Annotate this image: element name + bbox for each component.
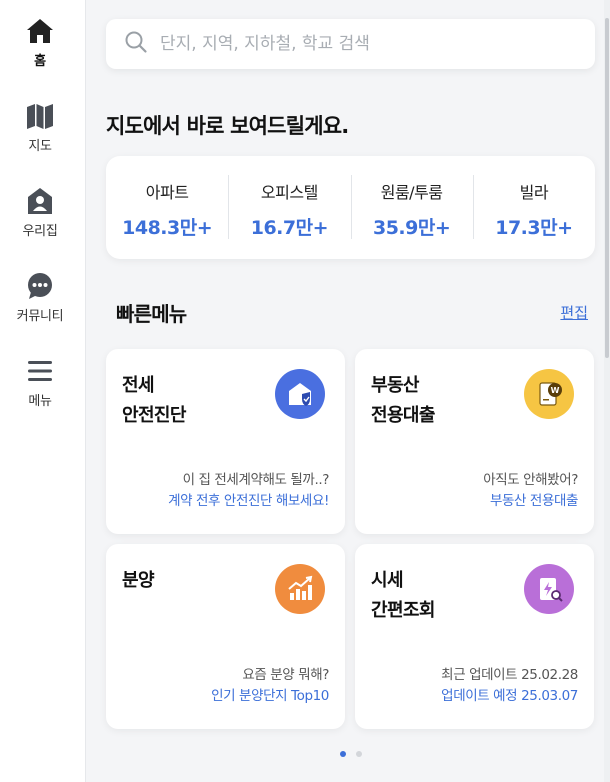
- sidebar-item-menu[interactable]: 메뉴: [0, 356, 80, 409]
- card-desc-link: 부동산 전용대출: [489, 493, 578, 509]
- card-title: 시세 간편조회: [371, 566, 435, 626]
- card-desc-link: 계약 전후 안전진단 해보세요!: [168, 493, 329, 509]
- card-desc-line: 이 집 전세계약해도 될까..?: [182, 472, 330, 488]
- edit-quick-menu-link[interactable]: 편집: [560, 302, 588, 323]
- sidebar-item-label: 커뮤니티: [16, 309, 64, 324]
- map-icon: [25, 101, 55, 131]
- stat-oneroom[interactable]: 원룸/투룸 35.9만+: [350, 175, 473, 240]
- card-desc-line: 아직도 안해봤어?: [483, 472, 578, 488]
- quick-card-real-estate-loan[interactable]: 부동산 전용대출 W 아직도 안해봤어? 부동산 전용대출: [355, 349, 594, 534]
- chat-bubble-icon: [25, 271, 55, 301]
- stat-officetel[interactable]: 오피스텔 16.7만+: [228, 175, 350, 240]
- sidebar-item-map[interactable]: 지도: [0, 101, 80, 154]
- stat-value: 148.3만+: [122, 217, 213, 239]
- card-title-line: 간편조회: [371, 600, 435, 621]
- search-bar[interactable]: [106, 19, 595, 69]
- stat-value: 16.7만+: [250, 217, 329, 239]
- sidebar-item-label: 우리집: [22, 224, 58, 239]
- quick-card-presale[interactable]: 분양 요즘 분양 뭐해? 인기 분양단지 Top10: [106, 544, 345, 729]
- search-icon: [124, 30, 148, 58]
- stat-value: 17.3만+: [495, 217, 573, 239]
- sidebar-item-home[interactable]: 홈: [0, 16, 80, 69]
- card-desc-link: 업데이트 예정 25.03.07: [441, 688, 578, 704]
- carousel-pagination: [340, 751, 362, 757]
- card-title: 전세 안전진단: [122, 371, 186, 431]
- card-title-line: 전용대출: [371, 405, 435, 426]
- stat-value: 35.9만+: [372, 217, 451, 239]
- shield-house-icon: [275, 369, 325, 419]
- scrollbar[interactable]: [604, 0, 610, 782]
- scrollbar-thumb[interactable]: [605, 18, 609, 358]
- loan-document-icon: W: [524, 369, 574, 419]
- sidebar-item-label: 지도: [28, 139, 52, 154]
- sidebar-item-community[interactable]: 커뮤니티: [0, 271, 80, 324]
- card-title: 부동산 전용대출: [371, 371, 435, 431]
- stat-villa[interactable]: 빌라 17.3만+: [472, 175, 595, 240]
- stat-label: 원룸/투룸: [380, 183, 443, 202]
- sidebar-item-myhome[interactable]: 우리집: [0, 186, 80, 239]
- card-desc-line: 최근 업데이트 25.02.28: [441, 667, 578, 683]
- card-desc-link: 인기 분양단지 Top10: [211, 688, 329, 704]
- pagination-dot[interactable]: [356, 751, 362, 757]
- quick-card-jeonse-check[interactable]: 전세 안전진단 이 집 전세계약해도 될까..? 계약 전후 안전진단 해보세요…: [106, 349, 345, 534]
- rising-chart-icon: [275, 564, 325, 614]
- card-title-line: 전세: [122, 375, 155, 396]
- stat-label: 오피스텔: [260, 183, 318, 202]
- property-stats-panel: 아파트 148.3만+ 오피스텔 16.7만+ 원룸/투룸 35.9만+ 빌라 …: [106, 156, 595, 259]
- map-section-title: 지도에서 바로 보여드릴게요.: [106, 114, 349, 138]
- search-input[interactable]: [160, 34, 560, 54]
- card-title-line: 분양: [122, 570, 155, 591]
- svg-text:W: W: [551, 386, 560, 395]
- card-desc-line: 요즘 분양 뭐해?: [242, 667, 329, 683]
- stat-label: 빌라: [519, 183, 549, 202]
- card-title-line: 시세: [371, 570, 404, 591]
- card-title-line: 안전진단: [122, 405, 186, 426]
- sidebar-item-label: 메뉴: [28, 394, 52, 409]
- card-description: 요즘 분양 뭐해? 인기 분양단지 Top10: [211, 665, 329, 707]
- my-home-icon: [25, 186, 55, 216]
- card-title-line: 부동산: [371, 375, 419, 396]
- sidebar-nav: 홈 지도 우리집 커뮤니티 메뉴: [0, 0, 86, 782]
- quick-menu-title: 빠른메뉴: [116, 302, 187, 326]
- card-description: 최근 업데이트 25.02.28 업데이트 예정 25.03.07: [441, 665, 578, 707]
- card-title: 분양: [122, 566, 155, 596]
- quick-card-price-lookup[interactable]: 시세 간편조회 최근 업데이트 25.02.28 업데이트 예정 25.03.0…: [355, 544, 594, 729]
- sidebar-item-label: 홈: [34, 54, 46, 69]
- stat-label: 아파트: [145, 183, 189, 202]
- stat-apartment[interactable]: 아파트 148.3만+: [106, 175, 228, 240]
- card-description: 아직도 안해봤어? 부동산 전용대출: [483, 470, 578, 512]
- card-description: 이 집 전세계약해도 될까..? 계약 전후 안전진단 해보세요!: [168, 470, 329, 512]
- home-icon: [25, 16, 55, 46]
- price-search-icon: [524, 564, 574, 614]
- hamburger-menu-icon: [25, 356, 55, 386]
- pagination-dot-active[interactable]: [340, 751, 346, 757]
- main-content: 지도에서 바로 보여드릴게요. 아파트 148.3만+ 오피스텔 16.7만+ …: [86, 0, 604, 782]
